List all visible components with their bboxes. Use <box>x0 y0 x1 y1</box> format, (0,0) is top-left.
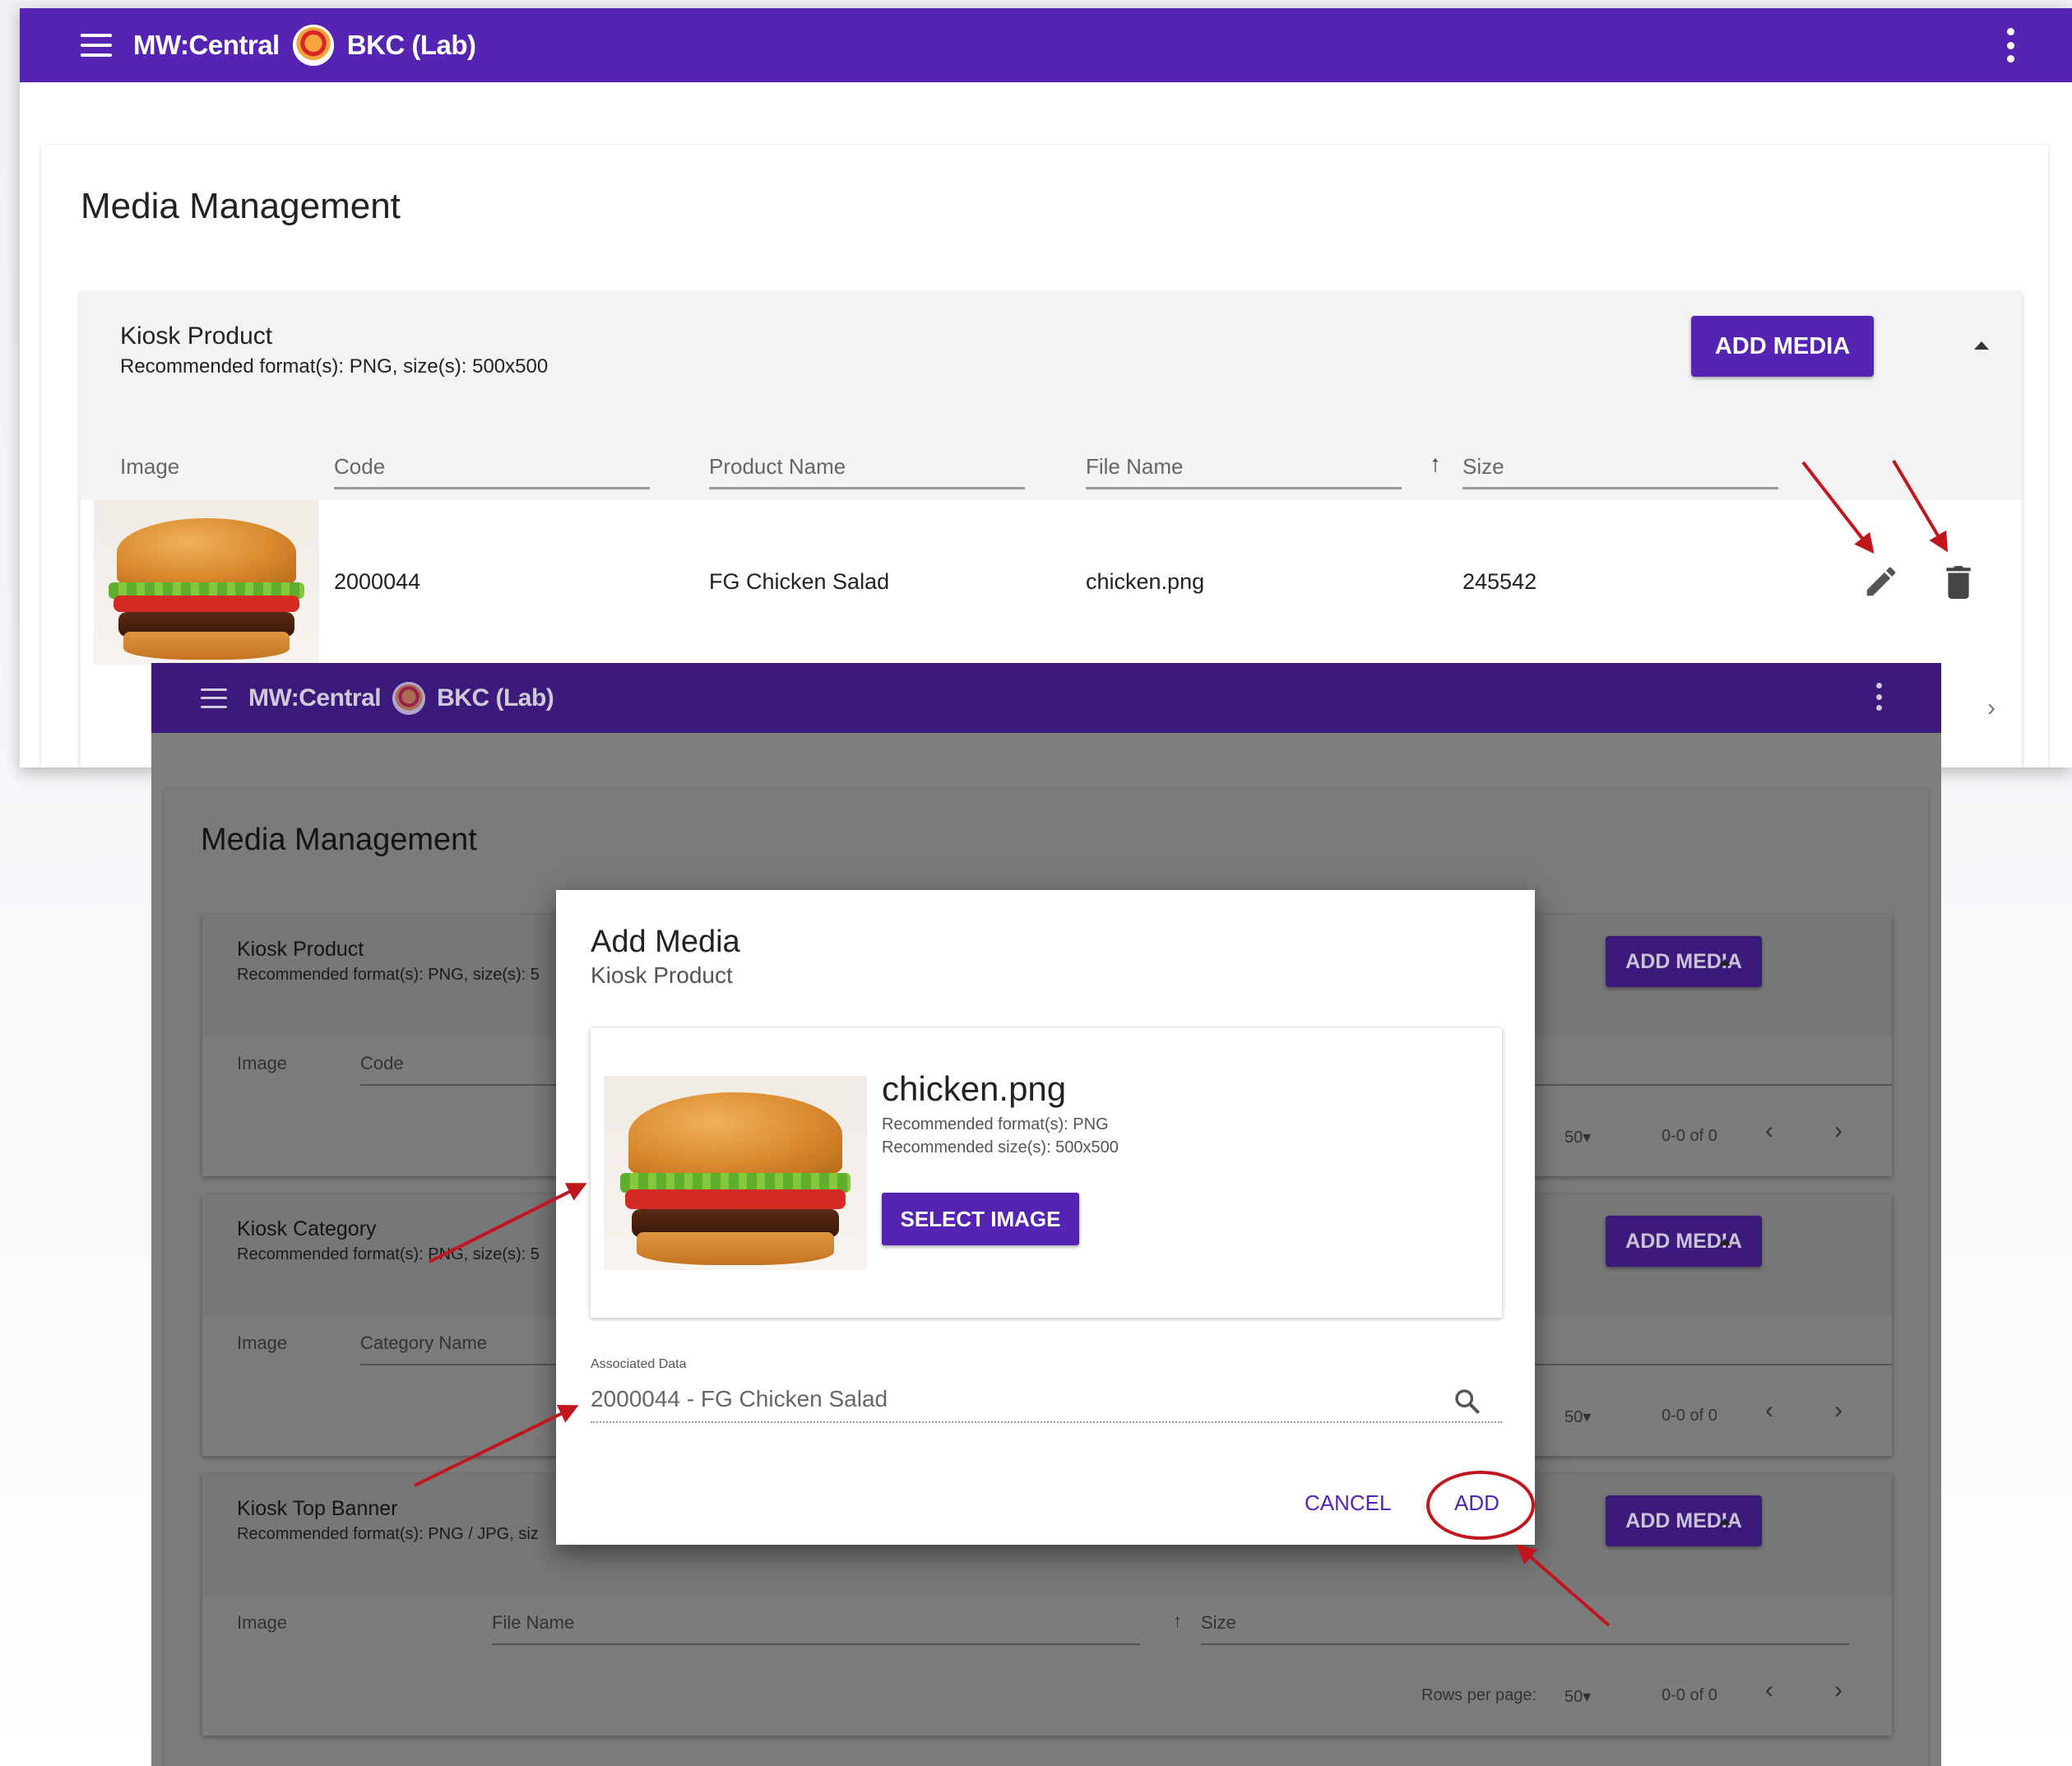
select-image-button[interactable]: SELECT IMAGE <box>882 1193 1079 1245</box>
more-vert-icon[interactable] <box>2006 28 2014 63</box>
associated-data-input[interactable] <box>591 1377 1502 1423</box>
column-underline <box>492 1643 1140 1645</box>
card-title: Kiosk Top Banner <box>237 1497 398 1520</box>
back-window: MW:Central BKC (Lab) Media Management Ki… <box>20 8 2072 767</box>
column-header-image: Image <box>120 454 180 479</box>
column-header-code[interactable]: Code <box>334 454 385 480</box>
card-title: Kiosk Category <box>237 1217 377 1240</box>
table-header: Image Code Product Name File Name ↑ Size <box>81 403 2022 500</box>
app-name: MW:Central <box>248 684 382 711</box>
cell-product-name: FG Chicken Salad <box>709 569 890 594</box>
edit-icon[interactable] <box>1862 563 1900 600</box>
top-app-bar: MW:Central BKC (Lab) <box>20 8 2072 82</box>
column-header-image: Image <box>237 1053 288 1073</box>
rows-value: 50 <box>1564 1688 1583 1706</box>
column-underline <box>709 487 1025 489</box>
table-row[interactable]: 2000044 FG Chicken Salad chicken.png 245… <box>81 500 2022 665</box>
chevron-left-icon[interactable]: ‹ <box>1765 1676 1773 1704</box>
expand-less-icon[interactable] <box>1974 341 1989 350</box>
cell-file-name: chicken.png <box>1086 569 1205 594</box>
sort-up-icon[interactable]: ↑ <box>1430 451 1441 477</box>
dialog-subtitle: Kiosk Product <box>591 962 733 988</box>
rows-per-page-select[interactable]: 50▾ <box>1564 1407 1591 1427</box>
top-app-bar: MW:Central BKC (Lab) <box>151 663 1941 733</box>
image-preview <box>604 1076 867 1270</box>
app-name: MW:Central <box>133 30 280 60</box>
recommended-size: Recommended size(s): 500x500 <box>882 1138 1119 1156</box>
highlight-circle <box>1426 1471 1535 1540</box>
card-title: Kiosk Product <box>120 322 273 350</box>
expand-less-icon[interactable] <box>1719 1518 1731 1525</box>
expand-less-icon[interactable] <box>1719 1239 1731 1245</box>
column-underline <box>1462 487 1778 489</box>
product-image <box>94 500 319 665</box>
column-header-size[interactable]: Size <box>1462 454 1504 480</box>
chevron-left-icon[interactable]: ‹ <box>1765 1397 1773 1425</box>
cell-size: 245542 <box>1462 569 1537 594</box>
column-header-image: Image <box>237 1612 288 1633</box>
rows-per-page-select[interactable]: 50▾ <box>1564 1127 1591 1147</box>
column-underline <box>1086 487 1402 489</box>
recommended-format: Recommended format(s): PNG <box>882 1115 1109 1133</box>
add-media-button[interactable]: ADD MEDIA <box>1606 936 1762 987</box>
page-title: Media Management <box>201 823 477 857</box>
more-vert-icon[interactable] <box>1875 683 1882 711</box>
org-name: BKC (Lab) <box>346 30 476 60</box>
menu-icon[interactable] <box>81 34 112 57</box>
pagination-range: 0-0 of 0 <box>1662 1407 1717 1425</box>
column-header-size[interactable]: Size <box>1201 1612 1236 1634</box>
delete-icon[interactable] <box>1946 564 1971 599</box>
chevron-left-icon[interactable]: ‹ <box>1765 1117 1773 1145</box>
card-subtitle: Recommended format(s): PNG, size(s): 5 <box>237 1245 540 1263</box>
page-title: Media Management <box>81 186 401 226</box>
column-header-image: Image <box>237 1333 288 1353</box>
add-media-button[interactable]: ADD MEDIA <box>1691 316 1874 377</box>
search-icon[interactable] <box>1453 1387 1481 1415</box>
chevron-right-icon[interactable]: › <box>1834 1117 1843 1145</box>
card-subtitle: Recommended format(s): PNG, size(s): 500… <box>120 355 549 378</box>
column-underline <box>334 487 650 489</box>
column-header-product-name[interactable]: Product Name <box>709 454 846 480</box>
sort-up-icon[interactable]: ↑ <box>1173 1611 1182 1632</box>
rows-value: 50 <box>1564 1129 1583 1147</box>
add-media-button[interactable]: ADD MEDIA <box>1606 1216 1762 1267</box>
card-subtitle: Recommended format(s): PNG, size(s): 5 <box>237 966 540 984</box>
org-name: BKC (Lab) <box>437 684 554 711</box>
cell-code: 2000044 <box>334 569 421 594</box>
chevron-right-icon[interactable]: › <box>1987 694 1996 722</box>
pagination-range: 0-0 of 0 <box>1662 1127 1717 1145</box>
chevron-right-icon[interactable]: › <box>1834 1676 1843 1704</box>
column-header-file-name[interactable]: File Name <box>492 1612 574 1634</box>
expand-less-icon[interactable] <box>1719 959 1731 966</box>
add-media-button[interactable]: ADD MEDIA <box>1606 1495 1762 1546</box>
dialog-title: Add Media <box>591 925 740 959</box>
column-underline <box>1201 1643 1849 1645</box>
image-preview-card: chicken.png Recommended format(s): PNG R… <box>591 1028 1502 1318</box>
add-media-dialog: Add Media Kiosk Product chicken.png Reco… <box>556 890 1535 1545</box>
selected-file-name: chicken.png <box>882 1069 1067 1108</box>
card-title: Kiosk Product <box>237 938 364 961</box>
associated-data-label: Associated Data <box>591 1357 687 1371</box>
rows-per-page-select[interactable]: 50▾ <box>1564 1686 1591 1707</box>
column-header-category-name[interactable]: Category Name <box>360 1333 487 1354</box>
column-header-file-name[interactable]: File Name <box>1086 454 1183 480</box>
rows-per-page-label: Rows per page: <box>1421 1686 1537 1704</box>
column-header-code[interactable]: Code <box>360 1053 404 1074</box>
menu-icon[interactable] <box>201 688 227 708</box>
brand-logo <box>392 681 426 715</box>
card-subtitle: Recommended format(s): PNG / JPG, siz <box>237 1525 539 1543</box>
chevron-right-icon[interactable]: › <box>1834 1397 1843 1425</box>
pagination-range: 0-0 of 0 <box>1662 1686 1717 1704</box>
brand-logo <box>292 25 334 66</box>
rows-value: 50 <box>1564 1408 1583 1426</box>
cancel-button[interactable]: CANCEL <box>1305 1490 1391 1516</box>
card-header: Kiosk Product Recommended format(s): PNG… <box>81 291 2022 403</box>
